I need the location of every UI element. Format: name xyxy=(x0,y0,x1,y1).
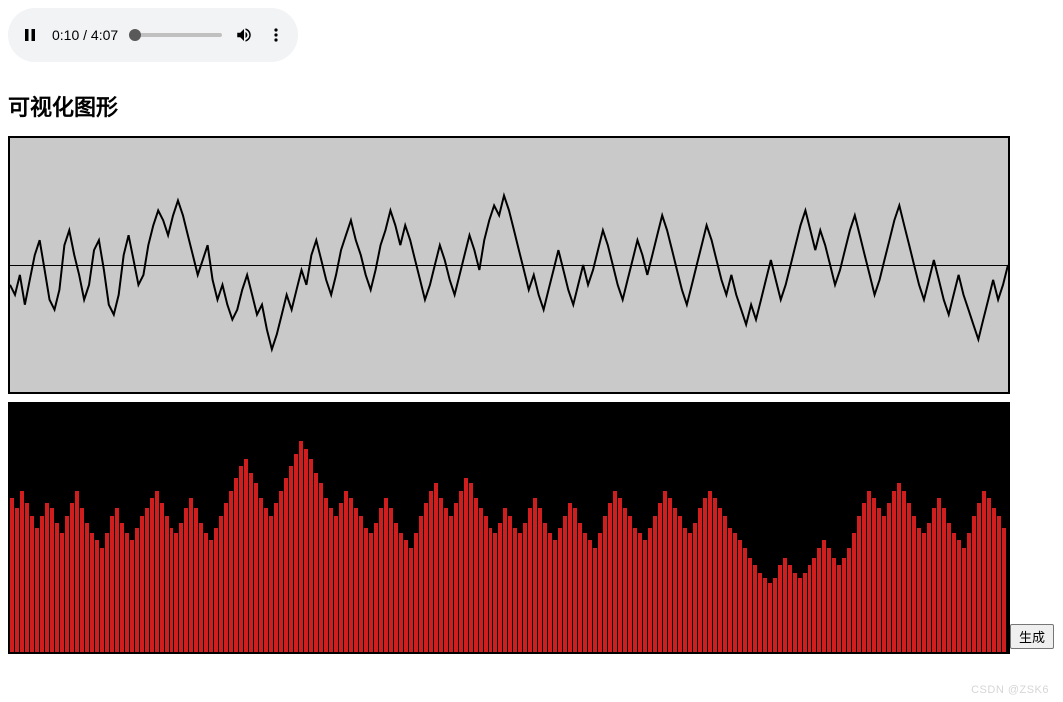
spectrum-bars xyxy=(10,404,1008,652)
total-time: 4:07 xyxy=(91,27,118,43)
volume-icon[interactable] xyxy=(234,25,254,45)
progress-slider[interactable] xyxy=(130,33,222,37)
time-display: 0:10 / 4:07 xyxy=(52,27,118,43)
progress-thumb[interactable] xyxy=(129,29,141,41)
spectrum-bar xyxy=(294,454,298,652)
spectrum-bar xyxy=(299,441,303,652)
audio-player[interactable]: 0:10 / 4:07 xyxy=(8,8,298,62)
waveform-panel xyxy=(8,136,1010,394)
current-time: 0:10 xyxy=(52,27,79,43)
visualization-container xyxy=(8,136,1055,654)
more-icon[interactable] xyxy=(266,25,286,45)
spectrum-bar xyxy=(309,459,313,652)
watermark: CSDN @ZSK6 xyxy=(971,684,1049,696)
spectrum-bar xyxy=(304,449,308,652)
section-title: 可视化图形 xyxy=(8,90,1055,122)
pause-icon[interactable] xyxy=(20,25,40,45)
waveform-svg xyxy=(10,138,1008,392)
spectrum-bar xyxy=(244,459,248,652)
generate-button[interactable]: 生成 xyxy=(1010,624,1054,649)
spectrum-panel xyxy=(8,402,1010,654)
